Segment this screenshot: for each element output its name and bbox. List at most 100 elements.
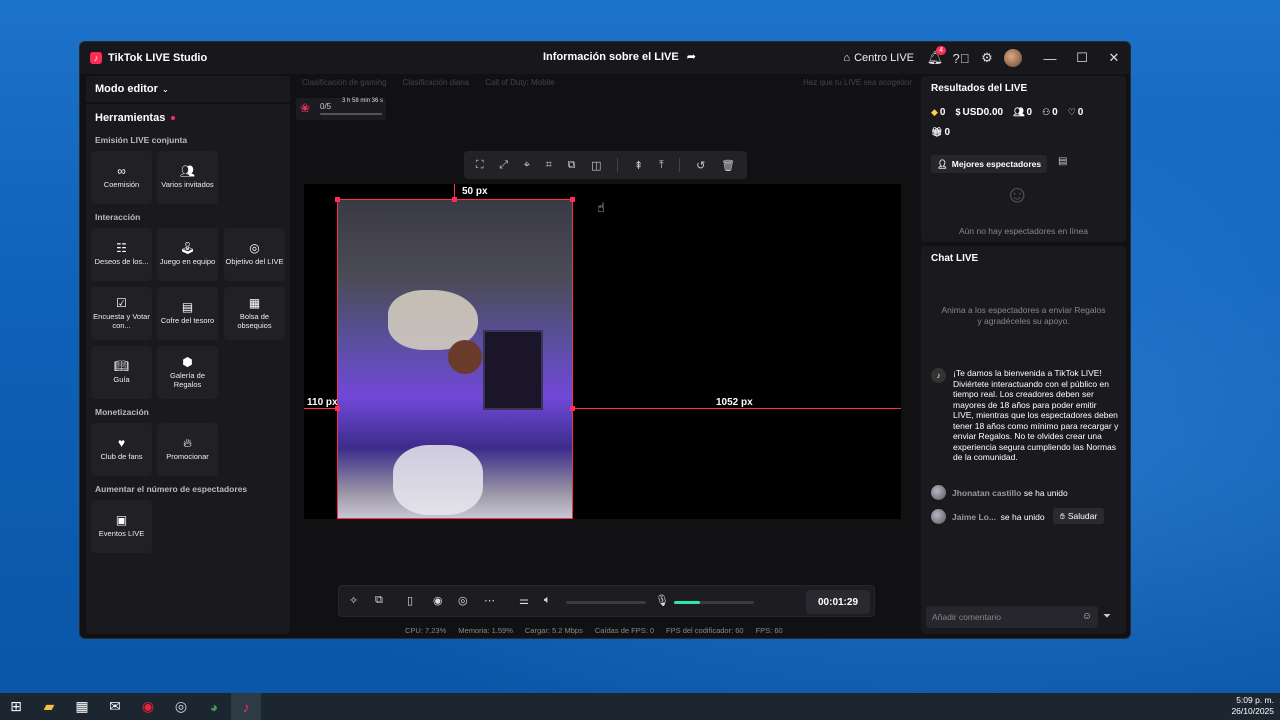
layer-up-icon[interactable]: ⇞ [634,159,643,172]
tool-coemision[interactable]: ∞ Coemisión [91,151,152,204]
stat-cargar: Cargar: 5.2 Mbps [524,626,583,635]
start-button[interactable]: ⊞ [1,693,31,720]
list-icon[interactable]: ▤ [1058,156,1067,167]
camera-switch-icon[interactable]: ◎ [458,594,468,607]
tool-promocionar[interactable]: 🔥︎ Promocionar [157,423,218,476]
taskbar-store[interactable]: ▦ [67,693,97,720]
flip-icon[interactable]: ◫ [591,159,601,172]
joystick-icon: 🕹︎ [179,241,196,256]
phone-icon[interactable]: ▯ [407,594,413,607]
taskbar-chrome[interactable]: ◕ [199,693,229,720]
share-icon[interactable]: ➦ [687,50,696,63]
tool-cofre[interactable]: ▤ Cofre del tesoro [157,287,218,340]
app-title-text: TikTok LIVE Studio [108,52,208,64]
volume-slider[interactable] [566,601,646,604]
tool-label: Club de fans [100,452,143,462]
tool-label: Encuesta y Votar con... [93,311,150,331]
notifications-button[interactable]: 🔔︎ 4 [922,45,948,71]
effects-icon[interactable]: ⧉ [375,594,383,607]
tool-galeria[interactable]: ⬢ Galería de Regalos [157,346,218,399]
microphone-icon[interactable]: 🎙︎ [655,594,669,607]
taskbar-tiktok[interactable]: ♪ [231,693,261,720]
goal-widget[interactable]: ❀ 0/5 3 h 58 min 36 s [296,98,386,120]
tool-objetivo[interactable]: ◎ Objetivo del LIVE [224,228,285,281]
live-info-title[interactable]: Información sobre el LIVE ➦ [543,50,696,64]
tool-varios-invitados[interactable]: 👥︎ Varios invitados [157,151,218,204]
tool-juego-en-equipo[interactable]: 🕹︎ Juego en equipo [157,228,218,281]
store-icon: ▦ [75,698,89,714]
tool-club-de-fans[interactable]: ♥ Club de fans [91,423,152,476]
taskbar-explorer[interactable]: ▰ [34,693,64,720]
book-icon: 📖︎ [113,359,130,374]
saludar-button[interactable]: ✋︎ Saludar [1053,508,1105,524]
empty-viewers-illustration: ☺ [1005,181,1030,208]
avatar[interactable] [931,485,946,500]
record-icon[interactable]: ◉ [433,594,443,607]
close-icon: ✕ [1108,50,1120,65]
link-icon: ∞ [117,164,126,179]
tool-bolsa[interactable]: ▦ Bolsa de obsequios [224,287,285,340]
center-icon[interactable]: ⌖ [524,159,530,172]
tool-guia[interactable]: 📖︎ Guía [91,346,152,399]
speaker-icon[interactable]: 🔈︎ [544,594,551,607]
more-icon[interactable]: ⋯ [484,594,495,607]
herramientas-title: Herramientas [95,112,176,124]
username[interactable]: Jaime Lo... [952,512,996,522]
heart-icon: ♡ [1067,107,1076,117]
system-clock[interactable]: 5:09 p. m. 26/10/2025 [1231,695,1274,717]
tool-eventos-live[interactable]: ▣ Eventos LIVE [91,500,152,553]
resize-handle[interactable] [335,197,340,202]
gift-gallery-icon: ⬢ [182,354,193,369]
settings-button[interactable]: ⚙ [974,45,1000,71]
stat-caidas: Caídas de FPS: 0 [594,626,655,635]
username[interactable]: Jhonatan castillo [952,488,1021,498]
tool-label: Eventos LIVE [98,529,145,539]
chip-gaming[interactable]: Clasificación de gaming [302,78,387,92]
duplicate-icon[interactable]: ⧉ [568,159,576,172]
maximize-button[interactable]: ☐ [1066,42,1098,74]
taskbar-obs[interactable]: ◎ [166,693,196,720]
comment-input[interactable] [926,606,1076,628]
profile-button[interactable] [1000,45,1026,71]
chip-game[interactable]: Call of Duty: Mobile [485,78,554,92]
chip-diaria[interactable]: Clasificación diaria [403,78,470,92]
live-canvas[interactable]: 50 px 110 px 1052 px ☝ [304,184,901,519]
minimize-button[interactable]: — [1034,42,1066,74]
windows-icon: ⊞ [10,698,22,714]
fit-icon[interactable]: ⛶ [476,159,484,172]
trash-icon[interactable]: 🗑︎ [721,159,735,172]
guide-label-left: 110 px [307,397,338,408]
tiktok-logo-icon: ♪ [90,52,102,64]
guide-label-right: 1052 px [716,397,753,408]
centro-live-button[interactable]: ⌂ Centro LIVE [835,52,922,64]
title-bar: ♪ TikTok LIVE Studio Información sobre e… [80,42,1130,74]
filter-icon[interactable]: ⏷ [1103,611,1111,622]
magic-icon[interactable]: ✧ [349,594,358,607]
rotate-icon[interactable]: ↺ [696,159,705,172]
layer-top-icon[interactable]: ⤒ [659,159,664,172]
tool-encuesta[interactable]: ☑ Encuesta y Votar con... [91,287,152,340]
clock-date: 26/10/2025 [1231,706,1274,716]
help-button[interactable]: ?⃝ [948,45,974,71]
emoji-icon[interactable]: ☺ [1082,611,1092,622]
close-button[interactable]: ✕ [1098,42,1130,74]
heart-icon: ♥ [117,436,126,451]
section-aumentar: Aumentar el número de espectadores [95,484,248,494]
goal-progress [320,113,382,115]
settings-sliders-icon[interactable]: ⚌ [519,594,529,607]
resize-handle[interactable] [570,197,575,202]
mejores-label: Mejores espectadores [951,159,1042,169]
expand-icon[interactable]: ⤢ [499,159,508,172]
herramientas-label: Herramientas [95,112,166,124]
taskbar-app[interactable]: ◉ [133,693,163,720]
tool-deseos[interactable]: ☷ Deseos de los... [91,228,152,281]
camera-source[interactable] [337,199,573,519]
mic-slider[interactable] [674,601,754,604]
crop-icon[interactable]: ⌗ [546,159,552,172]
mejores-espectadores-tab[interactable]: 👤︎ Mejores espectadores [931,155,1048,173]
taskbar-mail[interactable]: ✉ [100,693,130,720]
calendar-icon: ▣ [115,513,128,528]
modo-editor-dropdown[interactable]: Modo editor ⌄ [95,83,169,95]
avatar[interactable] [931,509,946,524]
comment-box: ☺ [926,606,1098,628]
